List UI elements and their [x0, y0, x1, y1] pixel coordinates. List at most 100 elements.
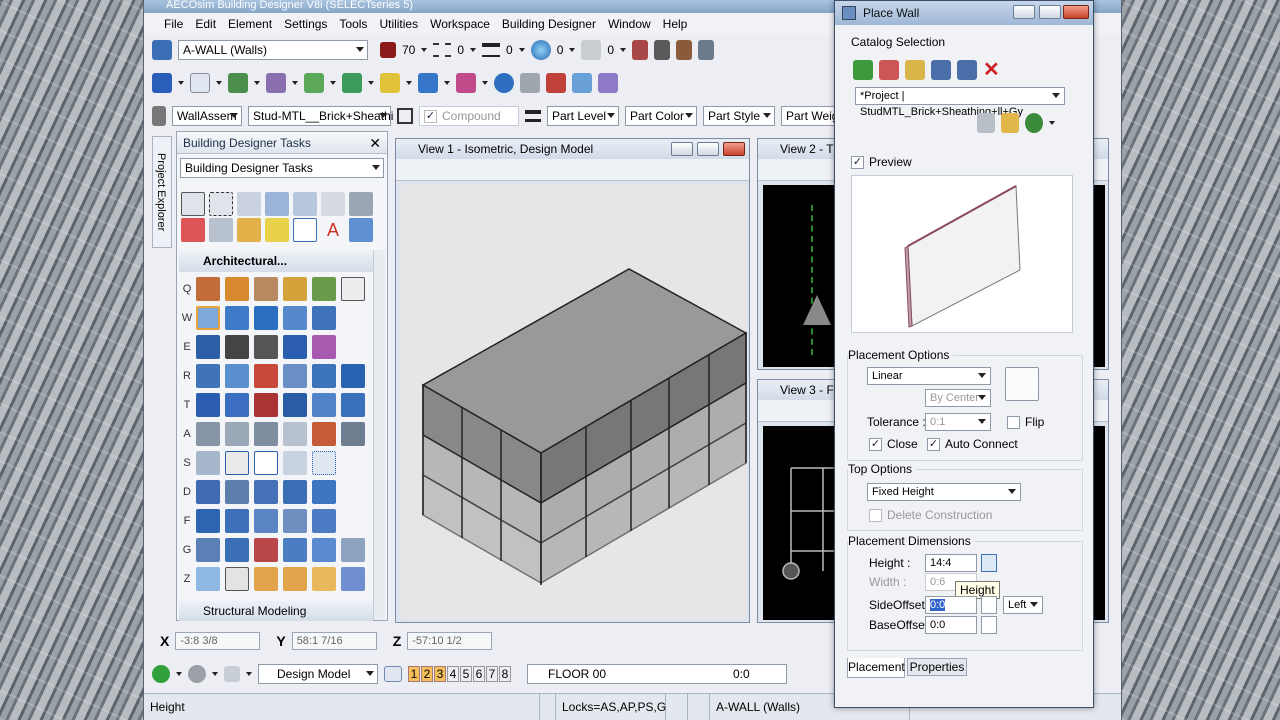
grid-tool-icon[interactable]: [598, 73, 618, 93]
copy-tool-icon[interactable]: [265, 192, 289, 216]
louver-icon[interactable]: [341, 393, 365, 417]
view-button-4[interactable]: 4: [447, 666, 459, 682]
door-3-icon[interactable]: [254, 393, 278, 417]
beam-icon[interactable]: [312, 422, 336, 446]
copy-catalog-icon[interactable]: [879, 59, 899, 80]
d-tool-4-icon[interactable]: [283, 480, 307, 504]
view-button-2[interactable]: 2: [421, 666, 433, 682]
transparency-globe-icon[interactable]: [530, 40, 551, 60]
tolerance-input[interactable]: 0:1: [925, 413, 991, 431]
view-1-canvas[interactable]: [401, 185, 748, 619]
view-button-3[interactable]: 3: [434, 666, 446, 682]
references-icon[interactable]: [190, 73, 210, 93]
menu-window[interactable]: Window: [608, 17, 651, 31]
g-tool-1-icon[interactable]: [196, 538, 220, 562]
g-tool-4-icon[interactable]: [283, 538, 307, 562]
status-locks[interactable]: Locks=AS,AP,PS,G: [556, 694, 666, 720]
transparency-value[interactable]: 0: [557, 43, 564, 57]
dialog-maximize-button[interactable]: [1039, 5, 1061, 19]
g-tool-2-icon[interactable]: [225, 538, 249, 562]
maximize-button[interactable]: [697, 142, 719, 156]
join-tool-icon[interactable]: [312, 335, 336, 359]
style-value[interactable]: 0: [457, 43, 464, 57]
priority-value[interactable]: 0: [607, 43, 614, 57]
fence-tool-icon[interactable]: [209, 192, 233, 216]
auto-connect-checkbox[interactable]: ✓ Auto Connect: [927, 437, 1018, 451]
render-icon[interactable]: [456, 73, 476, 93]
info-icon[interactable]: [494, 73, 514, 93]
level-manager-icon[interactable]: [152, 40, 172, 60]
measure-tool-icon[interactable]: [237, 218, 261, 242]
curtain-wall-icon[interactable]: [312, 393, 336, 417]
d-tool-2-icon[interactable]: [225, 480, 249, 504]
arch-tool-2-icon[interactable]: [225, 277, 249, 301]
menu-utilities[interactable]: Utilities: [379, 17, 418, 31]
dimension-tool-icon[interactable]: [349, 218, 373, 242]
d-tool-3-icon[interactable]: [254, 480, 278, 504]
z-tool-5-icon[interactable]: [312, 567, 336, 591]
menu-file[interactable]: File: [164, 17, 183, 31]
menu-building-designer[interactable]: Building Designer: [502, 17, 596, 31]
justification-button[interactable]: [1005, 367, 1039, 401]
measure-tool-icon[interactable]: [632, 40, 649, 60]
menu-help[interactable]: Help: [663, 17, 688, 31]
edit-icon[interactable]: [546, 73, 566, 93]
arch-tool-3-icon[interactable]: [254, 277, 278, 301]
menu-tools[interactable]: Tools: [339, 17, 367, 31]
dialog-close-button[interactable]: [1063, 5, 1089, 19]
x-coordinate-input[interactable]: -3:8 3/8: [175, 632, 261, 650]
dialog-minimize-button[interactable]: [1013, 5, 1035, 19]
side-align-select[interactable]: Left: [1003, 596, 1043, 614]
menu-workspace[interactable]: Workspace: [430, 17, 490, 31]
pencil-icon[interactable]: [152, 106, 166, 126]
level-select[interactable]: A-WALL (Walls): [178, 40, 368, 60]
menu-edit[interactable]: Edit: [195, 17, 216, 31]
model-select[interactable]: Design Model: [258, 664, 378, 684]
arch-tool-6-icon[interactable]: [341, 277, 365, 301]
hierarchy-icon[interactable]: [520, 73, 540, 93]
properties-icon[interactable]: [572, 73, 592, 93]
view-button-1[interactable]: 1: [408, 666, 420, 682]
light-tool-icon[interactable]: [265, 218, 289, 242]
wall-2-icon[interactable]: [225, 306, 249, 330]
array-tool-icon[interactable]: [293, 192, 317, 216]
view-attributes-icon[interactable]: [224, 666, 240, 682]
levels-icon[interactable]: [304, 73, 324, 93]
assembly-select[interactable]: WallAssem: [172, 106, 242, 126]
f-tool-3-icon[interactable]: [254, 509, 278, 533]
tasks-scrollbar[interactable]: [373, 250, 385, 620]
delete-icon[interactable]: ✕: [983, 57, 1000, 82]
tab-placement[interactable]: Placement: [847, 658, 905, 678]
priority-icon[interactable]: [581, 40, 602, 60]
view-windows-icon[interactable]: [384, 666, 402, 682]
wall-4-icon[interactable]: [283, 306, 307, 330]
save-as-icon[interactable]: [957, 59, 977, 80]
filter-icon[interactable]: [977, 113, 995, 133]
door-2-icon[interactable]: [225, 393, 249, 417]
floor-select[interactable]: FLOOR 00 0:0: [527, 664, 787, 684]
save-icon[interactable]: [931, 59, 951, 80]
arch-tool-5-icon[interactable]: [312, 277, 336, 301]
g-tool-3-icon[interactable]: [254, 538, 278, 562]
rectangle-tool-icon[interactable]: [293, 218, 317, 242]
view-box-icon[interactable]: [152, 73, 172, 93]
r-tool-6-icon[interactable]: [341, 364, 365, 388]
base-offset-input[interactable]: 0:0: [925, 616, 977, 634]
models-icon[interactable]: [228, 73, 248, 93]
sheet-tool-icon[interactable]: [698, 40, 715, 60]
d-tool-1-icon[interactable]: [196, 480, 220, 504]
window-icon[interactable]: [283, 393, 307, 417]
dots-icon[interactable]: [283, 451, 307, 475]
modify-tool-icon[interactable]: [209, 218, 233, 242]
t-join-icon[interactable]: [254, 335, 278, 359]
catalog-select[interactable]: *Project | StudMTL_Brick+Sheathing+ll+Gy: [855, 87, 1065, 118]
line-weight-icon[interactable]: [525, 110, 541, 122]
close-icon[interactable]: ✕: [369, 135, 381, 152]
base-offset-lock-button[interactable]: [981, 616, 997, 634]
structural-section[interactable]: Structural Modeling: [179, 601, 373, 621]
close-button[interactable]: [723, 142, 745, 156]
forward-arrow-icon[interactable]: [188, 665, 206, 683]
part-color-select[interactable]: Part Color: [625, 106, 697, 126]
r-tool-4-icon[interactable]: [283, 364, 307, 388]
z-tool-1-icon[interactable]: [196, 567, 220, 591]
